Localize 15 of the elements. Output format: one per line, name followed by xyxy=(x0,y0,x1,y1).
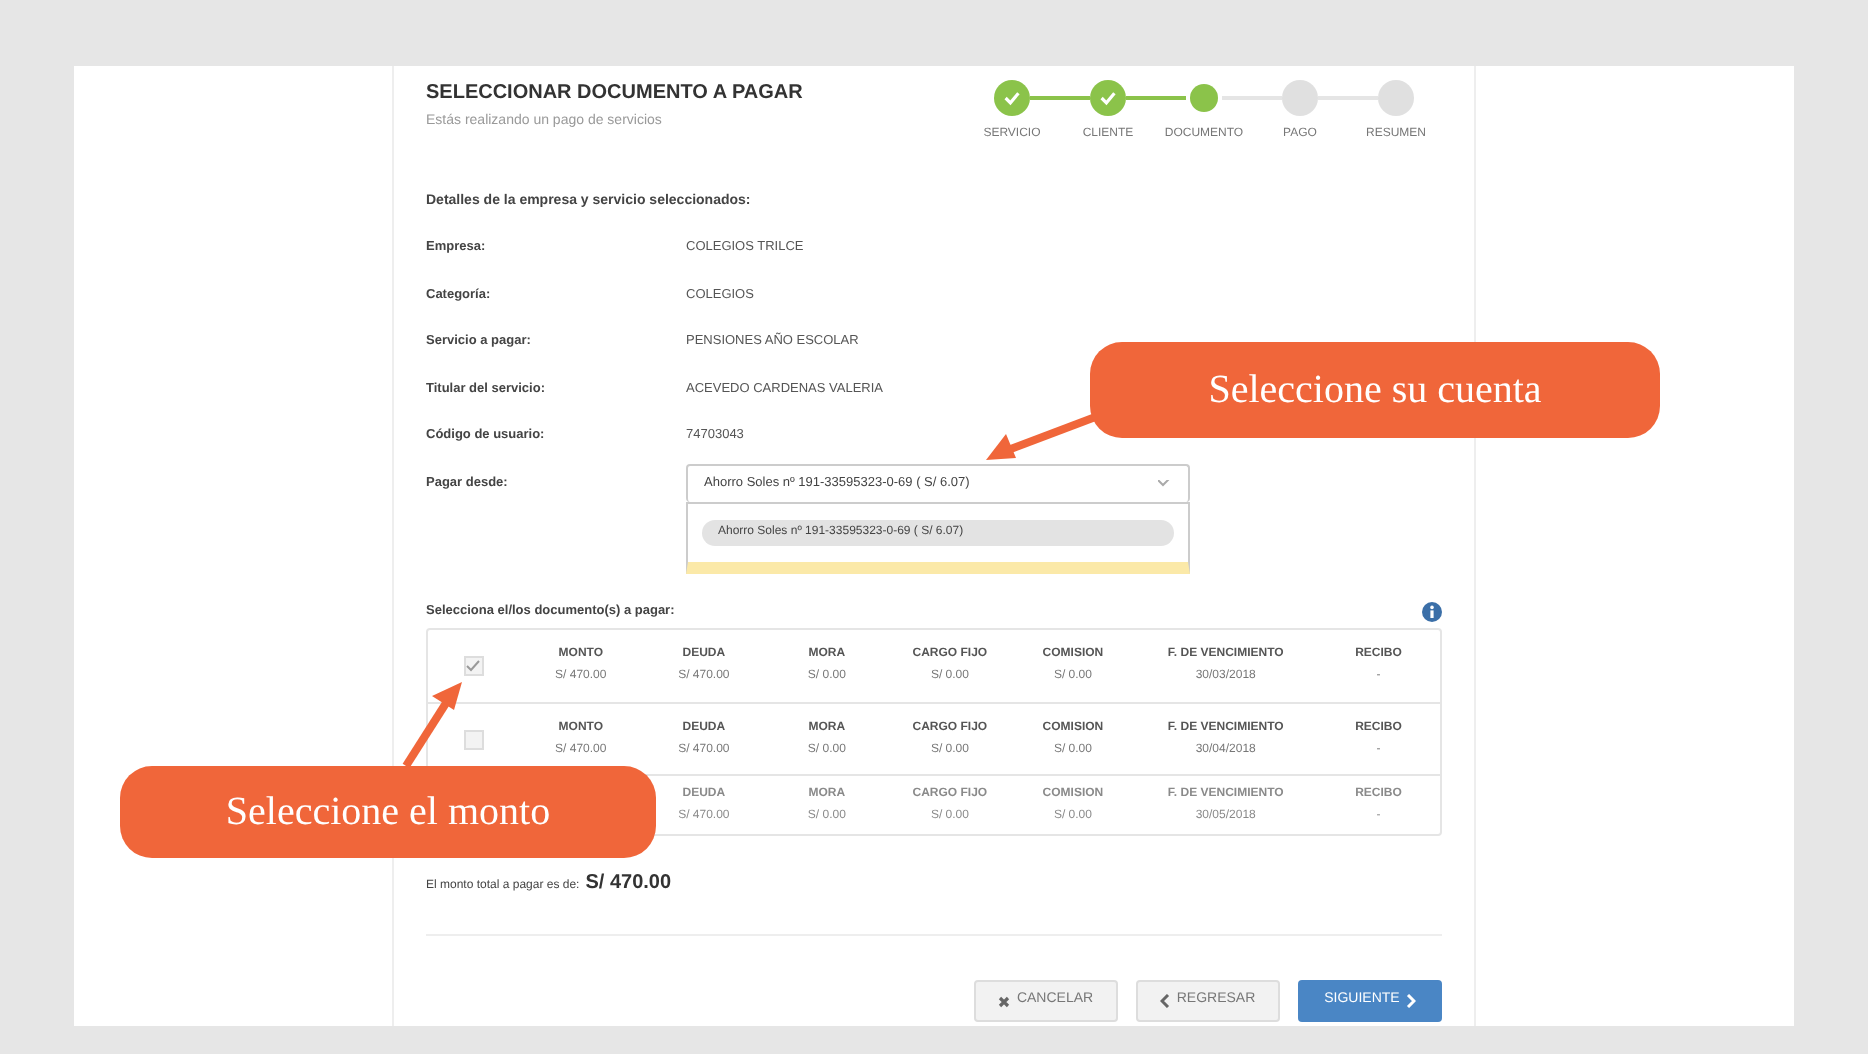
total-amount: S/ 470.00 xyxy=(585,870,672,898)
check-icon xyxy=(1100,90,1116,106)
row-checkbox[interactable] xyxy=(463,729,484,749)
page-title: SELECCIONAR DOCUMENTO A PAGAR xyxy=(426,80,803,108)
chevron-right-icon xyxy=(1405,994,1416,1008)
callout-bubble: Seleccione el monto xyxy=(120,766,656,858)
chevron-left-icon xyxy=(1160,994,1171,1008)
close-icon xyxy=(998,995,1011,1007)
info-icon[interactable] xyxy=(1422,602,1442,622)
check-icon xyxy=(1004,90,1020,106)
check-icon xyxy=(466,660,481,672)
chevron-down-icon xyxy=(1158,479,1172,489)
callout-arrow xyxy=(400,680,464,768)
row-checkbox[interactable] xyxy=(463,656,484,676)
callout-bubble: Seleccione su cuenta xyxy=(1090,342,1660,438)
